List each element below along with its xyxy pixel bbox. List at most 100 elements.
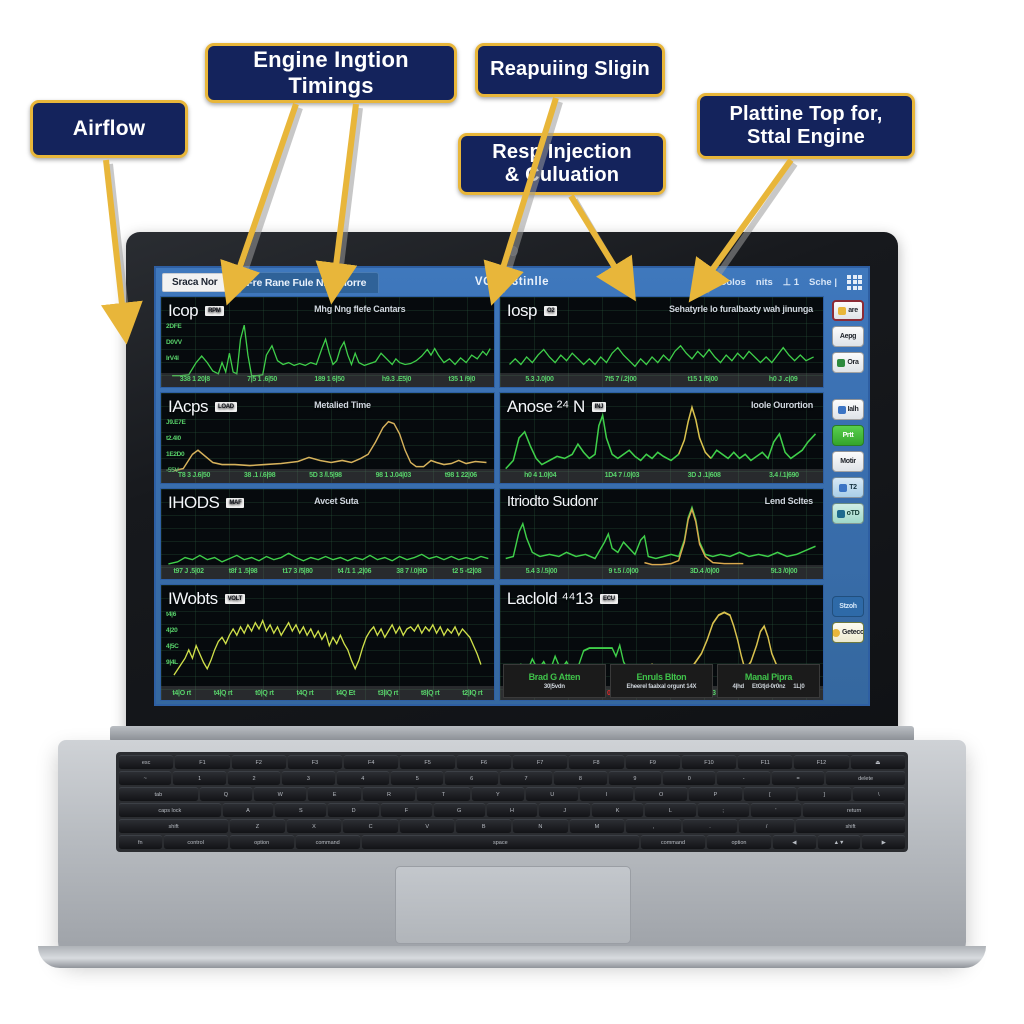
sidebar-button-tools[interactable]: oTD xyxy=(832,503,864,524)
key[interactable]: Y xyxy=(471,787,525,801)
key[interactable]: esc xyxy=(119,755,174,769)
key[interactable]: E xyxy=(308,787,361,801)
spacebar-key[interactable]: space xyxy=(361,835,639,849)
key[interactable]: F8 xyxy=(569,755,624,769)
key[interactable]: F7 xyxy=(512,755,568,769)
key[interactable]: . xyxy=(682,819,738,833)
key[interactable]: F6 xyxy=(456,755,511,769)
chart-panel-laclold[interactable]: Laclold ⁴⁴13 ECU t 2 4 0 xyxy=(498,583,824,701)
key[interactable]: 1 xyxy=(173,771,226,785)
status-box[interactable]: Enruls Blton Eheerel faalxal orgunt 14X xyxy=(609,664,713,698)
sidebar-button-chart[interactable]: Ora xyxy=(832,352,864,373)
key[interactable]: 8 xyxy=(554,771,607,785)
active-tab[interactable]: Fre Rane Fule Nling Iorre xyxy=(233,271,380,293)
key[interactable]: F2 xyxy=(231,755,286,769)
key[interactable]: L xyxy=(644,803,696,817)
chart-panel-ihods[interactable]: IHODS MAF Avcet Suta t97 J .5|02 t8f 1 .… xyxy=(160,487,495,580)
arrow-updown-key[interactable]: ▲▼ xyxy=(817,835,861,849)
arrow-right-key[interactable]: ▶ xyxy=(862,835,906,849)
key[interactable]: M xyxy=(569,819,625,833)
key[interactable]: W xyxy=(254,787,307,801)
key[interactable]: return xyxy=(803,803,905,817)
chart-panel-itriodto[interactable]: Itriodto Sudonr Lend Scltes 5.4 3 /.5|00… xyxy=(498,487,824,580)
key[interactable]: command xyxy=(295,835,360,849)
key[interactable]: ~ xyxy=(119,771,172,785)
key[interactable]: V xyxy=(399,819,455,833)
sidebar-button-status[interactable]: Stzoh xyxy=(832,596,864,617)
key[interactable]: / xyxy=(739,819,794,833)
key[interactable]: = xyxy=(771,771,825,785)
key[interactable]: command xyxy=(641,835,705,849)
key[interactable]: D xyxy=(328,803,379,817)
key[interactable]: F10 xyxy=(681,755,737,769)
chart-panel-icop[interactable]: Icop RPM Mhg Nng flefe Cantars 2DFE D0VV… xyxy=(160,296,495,388)
chart-panel-iwobts[interactable]: IWobts VOLT t4|6 4|20 4|5C 9|4L t4|O rt … xyxy=(160,583,495,701)
key[interactable]: J xyxy=(539,803,591,817)
key[interactable]: N xyxy=(513,819,568,833)
key[interactable]: P xyxy=(689,787,742,801)
key[interactable]: F4 xyxy=(344,755,399,769)
key[interactable]: 6 xyxy=(445,771,498,785)
key[interactable]: shift xyxy=(119,819,229,833)
sidebar-button-export[interactable]: T2 xyxy=(832,477,864,498)
key[interactable]: 5 xyxy=(391,771,444,785)
scheme-menu[interactable]: Sche | xyxy=(809,277,837,288)
key[interactable]: F xyxy=(380,803,432,817)
key[interactable]: X xyxy=(286,819,342,833)
arrow-left-key[interactable]: ◀ xyxy=(773,835,816,849)
key[interactable]: B xyxy=(456,819,512,833)
key[interactable]: shift xyxy=(795,819,906,833)
key[interactable]: 9 xyxy=(608,771,662,785)
key[interactable]: F5 xyxy=(400,755,455,769)
colors-menu[interactable]: Colos xyxy=(720,277,746,288)
key[interactable]: , xyxy=(626,819,681,833)
key[interactable]: ⏏ xyxy=(850,755,905,769)
key[interactable]: R xyxy=(362,787,416,801)
save-now-button[interactable]: Sraca Nor xyxy=(162,272,228,292)
grid-view-icon[interactable] xyxy=(847,274,862,290)
key[interactable]: F12 xyxy=(794,755,849,769)
key[interactable]: U xyxy=(526,787,579,801)
chart-panel-anose[interactable]: Anose ²⁴ N INJ Ioole Ourortion h0 4 1.0|… xyxy=(498,391,824,484)
key[interactable]: 7 xyxy=(499,771,553,785)
key[interactable]: 3 xyxy=(282,771,335,785)
key[interactable]: 0 xyxy=(663,771,716,785)
chart-panel-iacps[interactable]: IAcps LOAD Metalied Time J9.E7E t2.4l0 1… xyxy=(160,391,495,484)
status-box[interactable]: Manal Pipra 4|hd EtGt|d-0r0nz 1L|0 xyxy=(716,664,821,698)
key[interactable]: K xyxy=(592,803,643,817)
key[interactable]: tab xyxy=(119,787,198,801)
sidebar-button-print[interactable]: Prtt xyxy=(832,425,864,446)
key[interactable]: T xyxy=(417,787,470,801)
key[interactable]: option xyxy=(229,835,294,849)
key[interactable]: F11 xyxy=(738,755,793,769)
sidebar-button-alert[interactable]: Geteco xyxy=(832,622,864,643)
trackpad[interactable] xyxy=(395,866,631,944)
chart-panel-iosp[interactable]: Iosp O2 Sehatyrle lo furalbaxty wah jinu… xyxy=(498,296,824,388)
key[interactable]: A xyxy=(222,803,274,817)
key[interactable]: C xyxy=(343,819,398,833)
sidebar-button-monitor[interactable]: Motir xyxy=(832,451,864,472)
key[interactable]: \ xyxy=(852,787,905,801)
key[interactable]: fn xyxy=(119,835,162,849)
key[interactable]: - xyxy=(717,771,770,785)
key[interactable]: ; xyxy=(697,803,749,817)
key[interactable]: O xyxy=(634,787,688,801)
key[interactable]: S xyxy=(275,803,327,817)
key[interactable]: caps lock xyxy=(119,803,221,817)
key[interactable]: control xyxy=(163,835,228,849)
key[interactable]: option xyxy=(707,835,771,849)
status-box[interactable]: Brad G Atten 30|5vdn xyxy=(502,664,606,698)
key[interactable]: ' xyxy=(750,803,802,817)
key[interactable]: [ xyxy=(743,787,797,801)
key[interactable]: G xyxy=(433,803,485,817)
key[interactable]: 2 xyxy=(227,771,281,785)
key[interactable]: Q xyxy=(199,787,253,801)
key[interactable]: F1 xyxy=(175,755,230,769)
key[interactable]: H xyxy=(486,803,538,817)
sort-control[interactable]: ⊥ 1 xyxy=(783,277,799,288)
keyboard[interactable]: esc F1 F2 F3 F4 F5 F6 F7 F8 F 9 F10 F11 F… xyxy=(116,752,908,852)
sidebar-button-settings[interactable]: are xyxy=(832,300,864,321)
key[interactable]: F3 xyxy=(287,755,343,769)
units-menu[interactable]: nits xyxy=(756,277,773,288)
sidebar-button-replay[interactable]: Aepg xyxy=(832,326,864,347)
